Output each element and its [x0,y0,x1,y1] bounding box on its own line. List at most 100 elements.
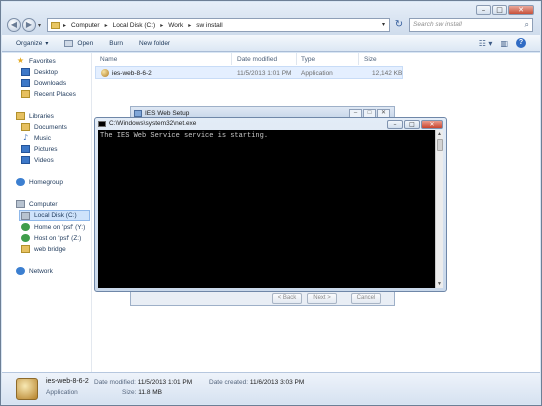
nav-desktop[interactable]: Desktop [21,68,58,76]
column-header-date-modified[interactable]: Date modified [237,56,277,63]
address-dropdown-icon[interactable]: ▾ [382,21,385,28]
breadcrumb-arrow-icon[interactable]: ▸ [188,22,191,29]
column-header-name[interactable]: Name [100,56,117,63]
column-header-size[interactable]: Size [364,56,377,63]
column-header-type[interactable]: Type [301,56,315,63]
homegroup-icon [16,178,25,186]
maximize-button[interactable]: □ [492,5,507,15]
nav-music[interactable]: ♪ Music [21,134,51,142]
breadcrumb-computer[interactable]: Computer [71,22,100,29]
next-button[interactable]: Next > [307,293,337,304]
preview-pane-icon[interactable]: ▥ [500,39,508,48]
nav-favorites[interactable]: ★ Favorites [16,57,56,65]
network-drive-icon [21,223,30,231]
nav-documents-label: Documents [34,123,67,131]
breadcrumb-sw-install[interactable]: sw install [196,22,222,29]
breadcrumb-arrow-icon[interactable]: ▸ [160,22,163,29]
console-output-area[interactable]: The IES Web Service service is starting. [98,130,435,288]
search-placeholder: Search sw install [413,21,462,28]
console-window: C:\Windows\system32\net.exe – □ ✕ The IE… [94,117,447,292]
breadcrumb-work[interactable]: Work [168,22,183,29]
nav-host-psf-label: Host on 'psf' (Z:) [34,234,82,242]
nav-home-psf[interactable]: Home on 'psf' (Y:) [21,223,85,231]
nav-videos[interactable]: Videos [21,156,54,164]
details-date-created: Date created: 11/6/2013 3:03 PM [209,379,304,386]
network-icon [16,267,25,275]
nav-recent-places-label: Recent Places [34,90,76,98]
nav-music-label: Music [34,134,51,142]
computer-icon [16,200,25,208]
minimize-button[interactable]: – [476,5,491,15]
column-divider[interactable] [296,53,297,65]
change-view-icon[interactable]: ☷ ▾ [479,39,493,48]
scroll-thumb[interactable] [437,139,443,151]
nav-network-label: Network [29,267,53,275]
scroll-up-icon[interactable]: ▲ [436,130,443,138]
nav-recent-places[interactable]: Recent Places [21,90,76,98]
details-date-created-label: Date created: [209,379,249,386]
chevron-down-icon: ▾ [45,40,49,47]
nav-libraries-label: Libraries [29,112,54,120]
open-button[interactable]: Open [64,39,93,47]
nav-computer[interactable]: Computer [16,200,58,208]
console-output: The IES Web Service service is starting. [100,132,269,140]
details-file-name: ies-web-8-6-2 [46,378,89,385]
console-maximize-button[interactable]: □ [404,120,420,129]
search-input[interactable]: Search sw install ⌕ [409,18,533,32]
nav-local-disk[interactable]: Local Disk (C:) [19,210,90,221]
command-bar: Organize ▾ Open Burn New folder ☷ ▾ ▥ ? [2,35,540,52]
nav-host-psf[interactable]: Host on 'psf' (Z:) [21,234,81,242]
explorer-window: – □ ✕ ◀ ▶ ▾ ▸ Computer ▸ Local Disk (C:)… [0,0,542,406]
help-icon[interactable]: ? [516,38,526,48]
nav-downloads[interactable]: Downloads [21,79,66,87]
organize-button[interactable]: Organize ▾ [16,40,48,47]
nav-computer-label: Computer [29,200,58,208]
nav-pictures[interactable]: Pictures [21,145,57,153]
installer-icon [101,69,109,77]
drive-icon [21,211,30,220]
recent-pages-chevron-icon[interactable]: ▾ [38,22,41,29]
breadcrumb-arrow-icon[interactable]: ▸ [105,22,108,29]
videos-icon [21,156,30,164]
back-icon[interactable]: ◀ [7,18,21,32]
setup-app-icon [134,110,142,117]
folder-icon [21,245,30,253]
details-date-modified: Date modified: 11/5/2013 1:01 PM [94,379,192,386]
forward-icon[interactable]: ▶ [22,18,36,32]
cancel-button[interactable]: Cancel [351,293,381,304]
downloads-icon [21,79,30,87]
nav-homegroup[interactable]: Homegroup [16,178,63,186]
breadcrumb-local-disk[interactable]: Local Disk (C:) [113,22,156,29]
file-row[interactable]: ies-web-8-6-2 11/5/2013 1:01 PM Applicat… [95,66,403,79]
back-button[interactable]: < Back [272,293,302,304]
music-icon: ♪ [22,133,29,142]
column-divider[interactable] [358,53,359,65]
new-folder-button[interactable]: New folder [139,40,170,47]
desktop-icon [21,68,30,76]
refresh-icon[interactable]: ↻ [393,19,405,31]
new-folder-label: New folder [139,39,171,47]
console-window-controls: – □ ✕ [387,120,443,129]
console-minimize-button[interactable]: – [387,120,403,129]
console-close-button[interactable]: ✕ [421,120,443,129]
details-file-type: Application [46,389,78,396]
view-controls: ☷ ▾ ▥ ? [479,38,526,48]
console-icon [98,121,106,127]
column-divider[interactable] [231,53,232,65]
breadcrumb-arrow-icon[interactable]: ▸ [63,22,66,29]
file-date-modified: 11/5/2013 1:01 PM [237,70,292,77]
nav-web-bridge[interactable]: web bridge [21,245,66,253]
close-button[interactable]: ✕ [508,5,534,15]
folder-icon [51,21,60,29]
burn-button[interactable]: Burn [109,40,123,47]
nav-desktop-label: Desktop [34,68,58,76]
nav-libraries[interactable]: Libraries [16,112,54,120]
nav-network[interactable]: Network [16,267,53,275]
address-bar[interactable]: ▸ Computer ▸ Local Disk (C:) ▸ Work ▸ sw… [47,18,390,32]
scroll-down-icon[interactable]: ▼ [436,280,443,288]
details-size: Size: 11.8 MB [122,389,162,396]
console-scrollbar[interactable]: ▲ ▼ [435,130,443,288]
installer-large-icon [16,378,38,400]
nav-documents[interactable]: Documents [21,123,67,131]
file-name: ies-web-8-6-2 [112,70,152,77]
